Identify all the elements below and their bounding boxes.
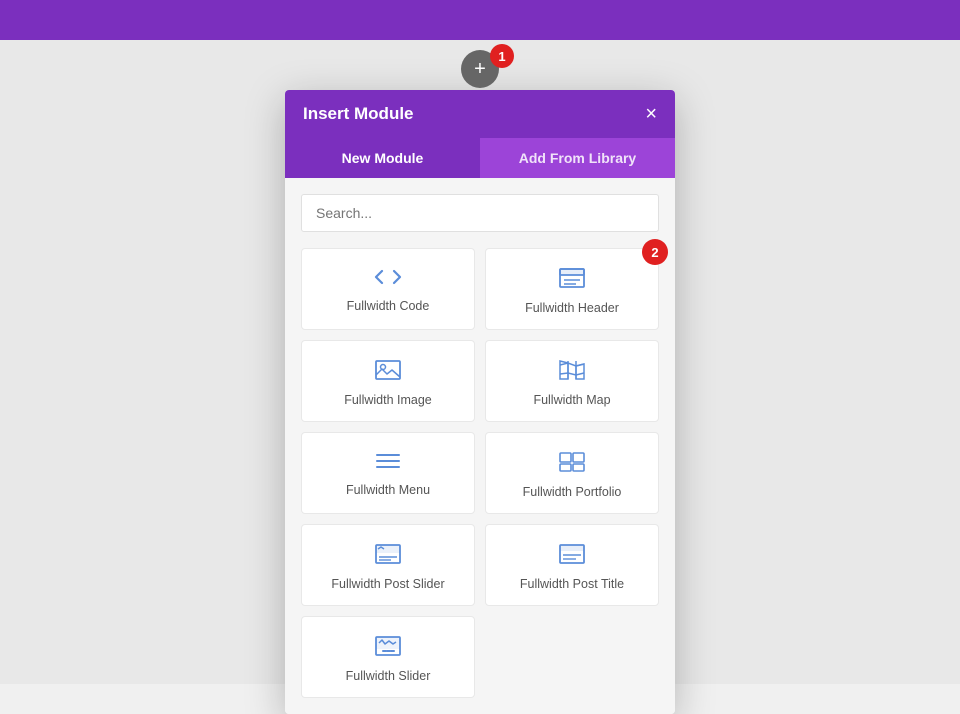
- module-label: Fullwidth Post Title: [520, 577, 624, 591]
- module-label: Fullwidth Map: [533, 393, 610, 407]
- portfolio-icon: [558, 451, 586, 477]
- page-content: + 1 Insert Module × New Module Add From …: [0, 40, 960, 684]
- modal-body: Fullwidth Code 2 Fullwidth Header: [285, 178, 675, 714]
- module-label: Fullwidth Post Slider: [331, 577, 444, 591]
- top-bar: [0, 0, 960, 40]
- post-title-icon: [558, 543, 586, 569]
- menu-icon: [374, 451, 402, 475]
- module-fullwidth-post-title[interactable]: Fullwidth Post Title: [485, 524, 659, 606]
- badge-2: 2: [642, 239, 668, 265]
- module-fullwidth-image[interactable]: Fullwidth Image: [301, 340, 475, 422]
- module-label: Fullwidth Portfolio: [523, 485, 622, 499]
- map-icon: [558, 359, 586, 385]
- module-label: Fullwidth Code: [347, 299, 430, 313]
- modal-title: Insert Module: [303, 104, 414, 124]
- module-fullwidth-menu[interactable]: Fullwidth Menu: [301, 432, 475, 514]
- module-label: Fullwidth Slider: [346, 669, 431, 683]
- header-icon: [558, 267, 586, 293]
- plus-icon: +: [474, 58, 486, 81]
- module-fullwidth-header[interactable]: 2 Fullwidth Header: [485, 248, 659, 330]
- module-fullwidth-portfolio[interactable]: Fullwidth Portfolio: [485, 432, 659, 514]
- module-label: Fullwidth Header: [525, 301, 619, 315]
- slider-icon: [374, 635, 402, 661]
- search-container: [301, 194, 659, 232]
- module-fullwidth-code[interactable]: Fullwidth Code: [301, 248, 475, 330]
- tab-add-from-library[interactable]: Add From Library: [480, 138, 675, 178]
- tab-new-module[interactable]: New Module: [285, 138, 480, 178]
- modal-header: Insert Module ×: [285, 90, 675, 138]
- image-icon: [374, 359, 402, 385]
- insert-module-modal: Insert Module × New Module Add From Libr…: [285, 90, 675, 714]
- search-input[interactable]: [301, 194, 659, 232]
- module-fullwidth-map[interactable]: Fullwidth Map: [485, 340, 659, 422]
- code-icon: [374, 267, 402, 291]
- badge-1: 1: [490, 44, 514, 68]
- modal-close-button[interactable]: ×: [645, 104, 657, 124]
- module-label: Fullwidth Menu: [346, 483, 430, 497]
- post-slider-icon: [374, 543, 402, 569]
- module-fullwidth-post-slider[interactable]: Fullwidth Post Slider: [301, 524, 475, 606]
- module-fullwidth-slider[interactable]: Fullwidth Slider: [301, 616, 475, 698]
- module-label: Fullwidth Image: [344, 393, 432, 407]
- modules-grid: Fullwidth Code 2 Fullwidth Header: [301, 248, 659, 698]
- modal-tabs: New Module Add From Library: [285, 138, 675, 178]
